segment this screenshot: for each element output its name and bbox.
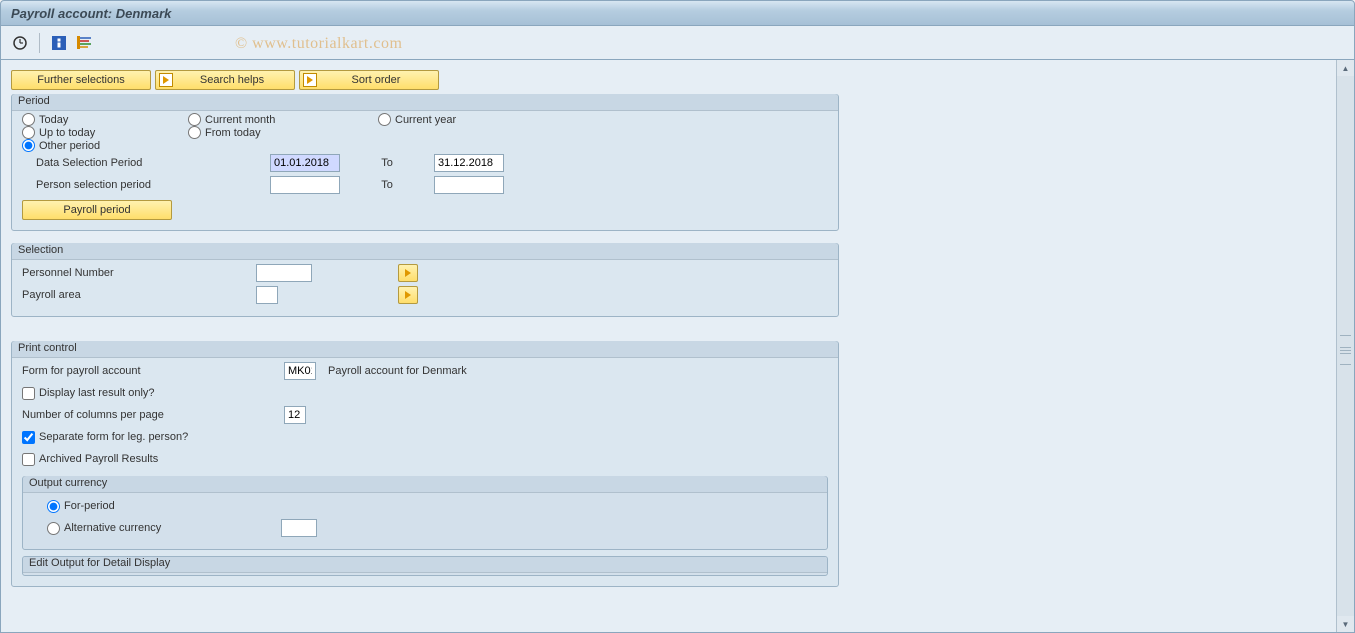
scroll-thumb[interactable] xyxy=(1340,335,1351,365)
radio-today[interactable]: Today xyxy=(22,113,188,126)
to-label: To xyxy=(346,157,428,169)
print-control-legend: Print control xyxy=(12,341,838,358)
num-columns-label: Number of columns per page xyxy=(22,409,278,421)
personnel-number-label: Personnel Number xyxy=(22,267,250,279)
form-payroll-account-label: Form for payroll account xyxy=(22,365,278,377)
radio-from-today[interactable]: From today xyxy=(188,126,261,139)
toolbar-divider xyxy=(39,33,40,53)
page-title: Payroll account: Denmark xyxy=(11,6,171,21)
data-selection-from-input[interactable] xyxy=(270,154,340,172)
arrow-right-icon xyxy=(303,73,317,87)
sort-order-button[interactable]: Sort order xyxy=(299,70,439,90)
num-columns-input[interactable] xyxy=(284,406,306,424)
radio-current-year[interactable]: Current year xyxy=(378,113,456,126)
selection-group: Selection Personnel Number Payroll area xyxy=(11,243,839,317)
personnel-number-input[interactable] xyxy=(256,264,312,282)
variant-icon[interactable] xyxy=(74,34,92,52)
payroll-period-button[interactable]: Payroll period xyxy=(22,200,172,220)
execute-icon[interactable] xyxy=(11,34,29,52)
to-label-2: To xyxy=(346,179,428,191)
data-selection-to-input[interactable] xyxy=(434,154,504,172)
arrow-right-icon xyxy=(159,73,173,87)
form-payroll-account-desc: Payroll account for Denmark xyxy=(328,365,467,377)
app-toolbar xyxy=(0,26,1355,60)
alternative-currency-input[interactable] xyxy=(281,519,317,537)
person-selection-to-input[interactable] xyxy=(434,176,504,194)
period-group: Period Today Current month Current year … xyxy=(11,94,839,231)
scroll-down-icon[interactable]: ▼ xyxy=(1337,616,1354,632)
payroll-area-label: Payroll area xyxy=(22,289,250,301)
payroll-area-multi-select[interactable] xyxy=(398,286,418,304)
search-helps-button[interactable]: Search helps xyxy=(155,70,295,90)
further-selections-button[interactable]: Further selections xyxy=(11,70,151,90)
display-last-result-checkbox[interactable]: Display last result only? xyxy=(22,387,155,400)
print-control-group: Print control Form for payroll account P… xyxy=(11,341,839,587)
content-area: Further selections Search helps Sort ord… xyxy=(1,60,1336,632)
person-selection-from-input[interactable] xyxy=(270,176,340,194)
scroll-up-icon[interactable]: ▲ xyxy=(1337,60,1354,76)
archived-results-checkbox[interactable]: Archived Payroll Results xyxy=(22,453,158,466)
output-currency-group: Output currency For-period Alternative c… xyxy=(22,476,828,550)
radio-current-month[interactable]: Current month xyxy=(188,113,378,126)
radio-other-period[interactable]: Other period xyxy=(22,139,828,152)
selection-legend: Selection xyxy=(12,243,838,260)
title-bar: Payroll account: Denmark xyxy=(0,0,1355,26)
data-selection-period-label: Data Selection Period xyxy=(36,157,264,169)
personnel-number-multi-select[interactable] xyxy=(398,264,418,282)
radio-alternative-currency[interactable]: Alternative currency xyxy=(47,522,275,535)
info-icon[interactable] xyxy=(50,34,68,52)
separate-form-checkbox[interactable]: Separate form for leg. person? xyxy=(22,431,188,444)
radio-for-period[interactable]: For-period xyxy=(47,500,115,513)
person-selection-period-label: Person selection period xyxy=(36,179,264,191)
radio-up-to-today[interactable]: Up to today xyxy=(22,126,188,139)
vertical-scrollbar[interactable]: ▲ ▼ xyxy=(1336,60,1354,632)
edit-output-group: Edit Output for Detail Display xyxy=(22,556,828,576)
payroll-area-input[interactable] xyxy=(256,286,278,304)
scroll-track[interactable] xyxy=(1337,76,1354,616)
output-currency-legend: Output currency xyxy=(23,476,827,493)
form-payroll-account-input[interactable] xyxy=(284,362,316,380)
period-legend: Period xyxy=(12,94,838,111)
edit-output-legend: Edit Output for Detail Display xyxy=(23,556,827,573)
